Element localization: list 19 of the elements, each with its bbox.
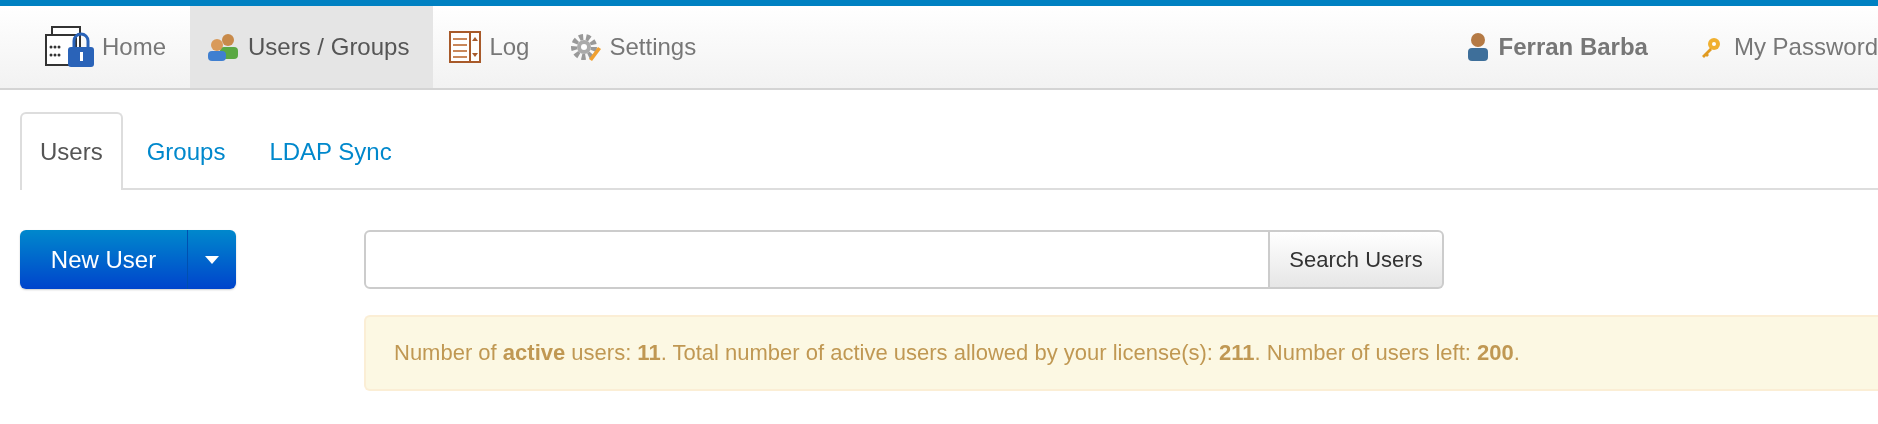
person-icon: [1466, 32, 1489, 62]
tab[interactable]: LDAP Sync: [249, 112, 412, 190]
nav-item[interactable]: Settings: [553, 6, 721, 88]
passwords-link[interactable]: My Password: [1677, 6, 1878, 88]
nav-item[interactable]: Home: [28, 6, 191, 88]
nav-item[interactable]: Log: [433, 6, 554, 88]
settings-icon: [569, 31, 602, 63]
lock-icon: [44, 25, 94, 69]
search-field[interactable]: [364, 230, 1270, 289]
caret-icon: [205, 255, 219, 264]
license-message: Number of active users: 11. Total number of active users allowed by your license(s): 211. Number of users left: 200.: [394, 340, 1520, 366]
nav-item[interactable]: Users / Groups: [190, 6, 434, 88]
search-button[interactable]: Search Users: [1270, 230, 1444, 289]
tab[interactable]: Groups: [126, 112, 246, 190]
new-user-button[interactable]: New User: [20, 230, 188, 289]
tab[interactable]: Users: [20, 112, 123, 190]
users-icon: [206, 32, 241, 62]
log-icon: [449, 31, 482, 63]
user-menu[interactable]: Ferran Barba: [1436, 6, 1678, 88]
